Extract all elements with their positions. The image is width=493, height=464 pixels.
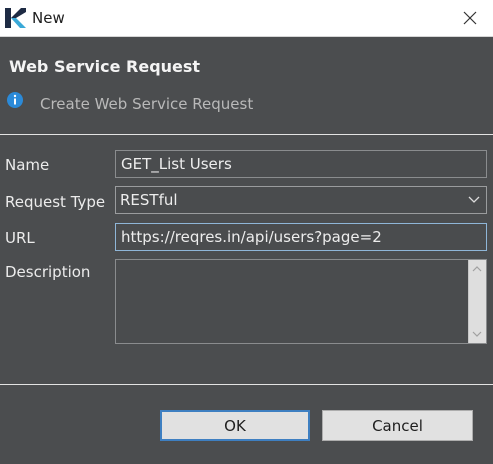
request-type-select[interactable]: RESTful (115, 186, 487, 214)
close-icon (463, 11, 477, 25)
dialog-subtitle: Create Web Service Request (40, 95, 254, 113)
scroll-down-icon[interactable] (471, 328, 483, 340)
cancel-button[interactable]: Cancel (322, 410, 473, 441)
url-input[interactable]: https://reqres.in/api/users?page=2 (115, 223, 487, 251)
katalon-logo-icon (5, 8, 26, 28)
ok-button[interactable]: OK (160, 410, 310, 441)
footer-divider (0, 384, 493, 385)
chevron-down-icon (468, 196, 480, 203)
header-divider (0, 134, 493, 135)
window-title: New (32, 9, 65, 27)
name-label: Name (5, 156, 50, 174)
dialog-heading: Web Service Request (9, 57, 201, 76)
scroll-up-icon[interactable] (471, 263, 483, 275)
info-icon (7, 92, 23, 108)
close-button[interactable] (447, 0, 493, 36)
title-bar: New (0, 0, 493, 37)
description-scrollbar[interactable] (468, 260, 486, 343)
name-input[interactable]: GET_List Users (115, 150, 487, 178)
url-label: URL (5, 229, 35, 247)
request-type-value: RESTful (120, 191, 178, 209)
description-label: Description (5, 263, 91, 281)
request-type-label: Request Type (5, 193, 106, 211)
description-textarea[interactable] (115, 259, 487, 344)
dialog-header: Web Service Request Create Web Service R… (0, 37, 493, 134)
